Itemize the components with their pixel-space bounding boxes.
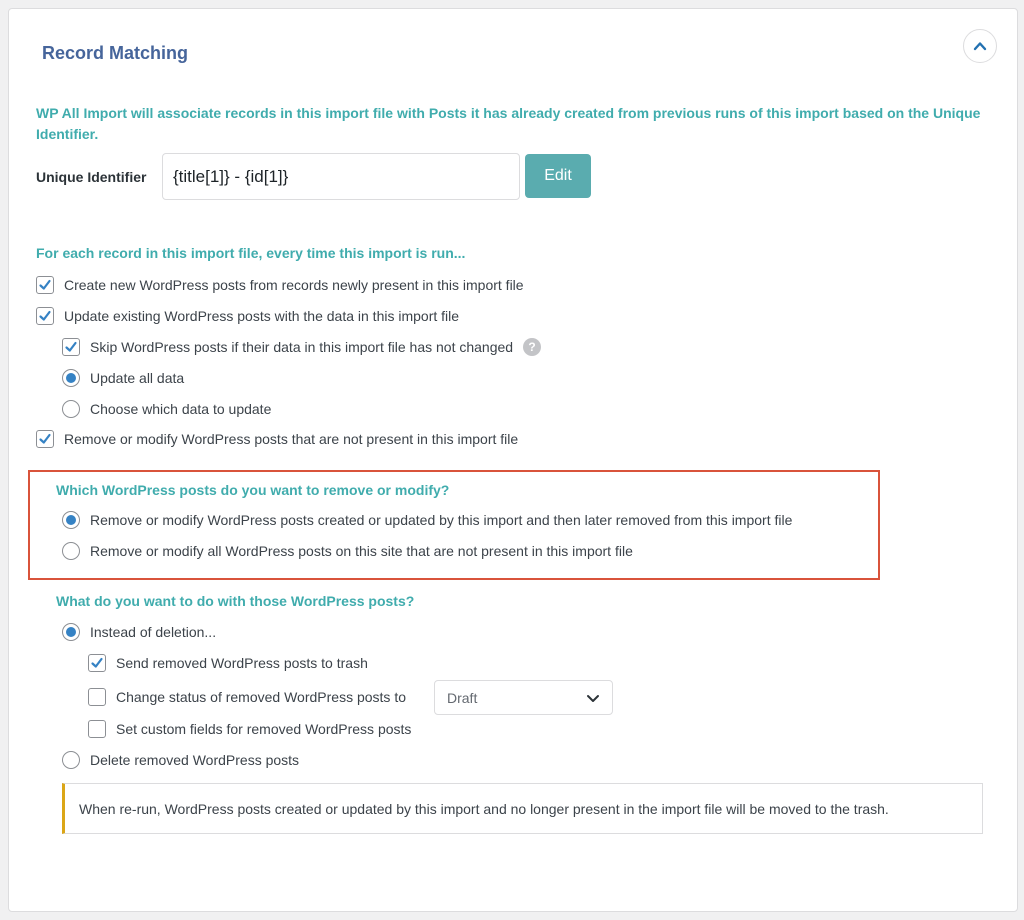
- edit-button[interactable]: Edit: [525, 154, 591, 198]
- chevron-down-icon: [587, 694, 599, 702]
- which-posts-import-option[interactable]: Remove or modify WordPress posts created…: [62, 509, 792, 531]
- choose-data-option[interactable]: Choose which data to update: [62, 398, 271, 420]
- what-do-heading: What do you want to do with those WordPr…: [56, 593, 415, 609]
- intro-text: WP All Import will associate records in …: [36, 105, 981, 142]
- which-posts-all-radio[interactable]: [62, 542, 80, 560]
- remove-modify-option[interactable]: Remove or modify WordPress posts that ar…: [36, 428, 518, 450]
- update-existing-label: Update existing WordPress posts with the…: [64, 308, 460, 324]
- which-posts-all-option[interactable]: Remove or modify all WordPress posts on …: [62, 540, 633, 562]
- chevron-up-icon: [973, 42, 987, 51]
- change-status-label: Change status of removed WordPress posts…: [116, 689, 406, 705]
- which-posts-all-label: Remove or modify all WordPress posts on …: [90, 543, 633, 559]
- checkmark-icon: [39, 310, 51, 321]
- change-status-option[interactable]: Change status of removed WordPress posts…: [88, 686, 406, 708]
- skip-unchanged-label: Skip WordPress posts if their data in th…: [90, 339, 514, 355]
- send-trash-option[interactable]: Send removed WordPress posts to trash: [88, 652, 368, 674]
- checkmark-icon: [91, 657, 103, 668]
- custom-fields-checkbox[interactable]: [88, 720, 106, 738]
- skip-unchanged-option[interactable]: Skip WordPress posts if their data in th…: [62, 336, 542, 358]
- send-trash-label: Send removed WordPress posts to trash: [116, 655, 368, 671]
- unique-identifier-input[interactable]: [162, 153, 520, 200]
- panel-title: Record Matching: [42, 43, 189, 63]
- unique-identifier-label: Unique Identifier: [36, 169, 147, 185]
- instead-deletion-radio[interactable]: [62, 623, 80, 641]
- update-all-radio[interactable]: [62, 369, 80, 387]
- custom-fields-option[interactable]: Set custom fields for removed WordPress …: [88, 718, 411, 740]
- each-record-heading: For each record in this import file, eve…: [36, 245, 466, 261]
- skip-unchanged-checkbox[interactable]: [62, 338, 80, 356]
- checkmark-icon: [65, 341, 77, 352]
- record-matching-panel: Record Matching WP All Import will assoc…: [8, 8, 1018, 912]
- checkmark-icon: [39, 433, 51, 444]
- update-existing-checkbox[interactable]: [36, 307, 54, 325]
- which-posts-heading: Which WordPress posts do you want to rem…: [56, 482, 450, 498]
- create-new-label: Create new WordPress posts from records …: [64, 277, 524, 293]
- choose-data-label: Choose which data to update: [90, 401, 272, 417]
- which-posts-import-radio[interactable]: [62, 511, 80, 529]
- notice-box: When re-run, WordPress posts created or …: [62, 783, 983, 834]
- send-trash-checkbox[interactable]: [88, 654, 106, 672]
- custom-fields-label: Set custom fields for removed WordPress …: [116, 721, 412, 737]
- collapse-button[interactable]: [963, 29, 997, 63]
- remove-modify-checkbox[interactable]: [36, 430, 54, 448]
- status-select-value: Draft: [447, 689, 478, 706]
- instead-deletion-label: Instead of deletion...: [90, 624, 217, 640]
- update-all-option[interactable]: Update all data: [62, 367, 184, 389]
- checkmark-icon: [39, 279, 51, 290]
- update-existing-option[interactable]: Update existing WordPress posts with the…: [36, 305, 459, 327]
- change-status-checkbox[interactable]: [88, 688, 106, 706]
- create-new-option[interactable]: Create new WordPress posts from records …: [36, 274, 524, 296]
- help-icon[interactable]: ?: [523, 338, 542, 356]
- notice-text: When re-run, WordPress posts created or …: [79, 800, 889, 817]
- instead-deletion-option[interactable]: Instead of deletion...: [62, 621, 216, 643]
- delete-removed-label: Delete removed WordPress posts: [90, 752, 300, 768]
- remove-modify-label: Remove or modify WordPress posts that ar…: [64, 431, 519, 447]
- status-select[interactable]: Draft: [434, 680, 613, 715]
- delete-removed-radio[interactable]: [62, 751, 80, 769]
- which-posts-import-label: Remove or modify WordPress posts created…: [90, 512, 793, 528]
- create-new-checkbox[interactable]: [36, 276, 54, 294]
- choose-data-radio[interactable]: [62, 400, 80, 418]
- update-all-label: Update all data: [90, 370, 185, 386]
- delete-removed-option[interactable]: Delete removed WordPress posts: [62, 749, 299, 771]
